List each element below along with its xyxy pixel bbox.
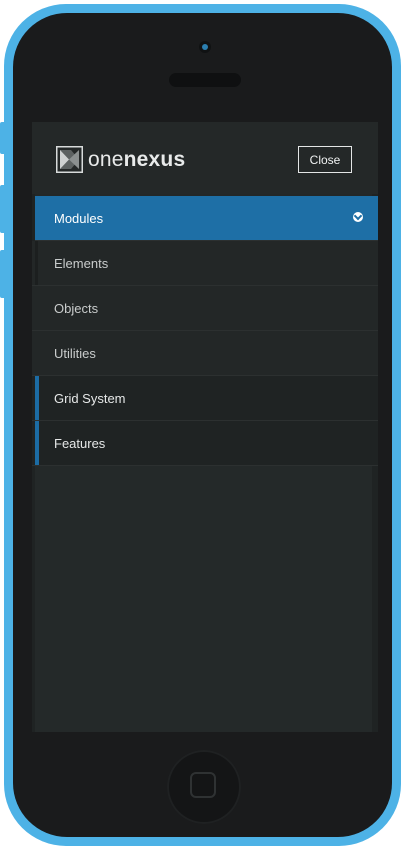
menu-item-label: Modules <box>54 210 104 226</box>
menu-item-features[interactable]: Features <box>32 421 378 466</box>
menu-item-label: Utilities <box>54 345 96 361</box>
volume-up-button <box>0 185 6 233</box>
menu-item-elements[interactable]: Elements <box>32 241 378 286</box>
volume-down-button <box>0 250 6 298</box>
menu-item-utilities[interactable]: Utilities <box>32 331 378 376</box>
menu-item-grid-system[interactable]: Grid System <box>32 376 378 421</box>
close-button[interactable]: Close <box>298 146 352 173</box>
earpiece-speaker <box>169 73 241 87</box>
onenexus-logo-icon <box>56 146 83 173</box>
home-square-icon <box>190 772 216 798</box>
screen: onenexus Close Modules Elements Objects … <box>32 122 378 732</box>
brand-logo[interactable]: onenexus <box>56 146 185 173</box>
nav-menu: Modules Elements Objects Utilities Grid … <box>32 196 378 466</box>
menu-item-label: Grid System <box>54 390 126 406</box>
brand-name: onenexus <box>88 148 185 172</box>
menu-item-label: Elements <box>54 255 109 271</box>
nav-header: onenexus Close <box>32 122 378 194</box>
brand-name-light: one <box>88 147 124 171</box>
front-camera <box>199 41 211 53</box>
menu-item-label: Objects <box>54 300 99 316</box>
menu-item-indent <box>35 241 38 285</box>
power-button <box>280 4 340 9</box>
menu-item-objects[interactable]: Objects <box>32 286 378 331</box>
menu-item-label: Features <box>54 435 106 451</box>
mute-switch <box>0 122 6 154</box>
brand-name-bold: nexus <box>123 147 186 171</box>
accent-bar <box>35 421 39 465</box>
accent-bar <box>35 376 39 420</box>
menu-item-modules[interactable]: Modules <box>35 196 378 241</box>
menu-empty-area <box>35 466 372 732</box>
chevron-down-icon[interactable] <box>353 212 363 222</box>
